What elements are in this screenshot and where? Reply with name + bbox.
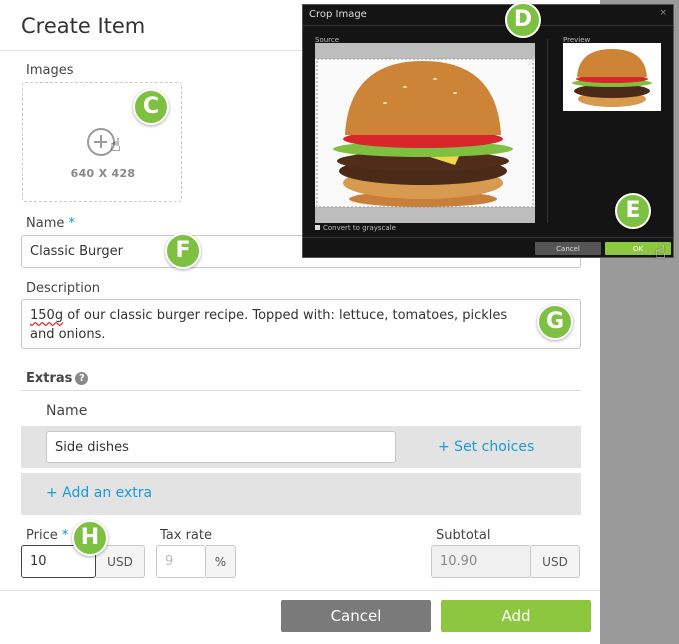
crop-title-divider: [303, 25, 673, 26]
price-label: Price *: [26, 528, 69, 543]
annotation-badge-c: C: [133, 89, 169, 125]
subtotal-label: Subtotal: [436, 528, 491, 543]
upload-dimensions: 640 X 428: [70, 167, 136, 180]
source-image[interactable]: ⤢: [315, 43, 537, 223]
description-text: of our classic burger recipe. Topped wit…: [30, 308, 508, 342]
subtotal-field: 10.90: [431, 545, 531, 578]
crop-cancel-button[interactable]: Cancel: [535, 242, 601, 255]
annotation-badge-d: D: [505, 2, 541, 38]
burger-preview: [572, 49, 652, 107]
add-extra-link[interactable]: + Add an extra: [46, 485, 152, 501]
name-label: Name *: [26, 216, 75, 231]
crop-dialog-title: Crop Image: [309, 9, 367, 20]
crop-footer-divider: [303, 237, 673, 238]
hand-cursor-icon: ☝: [655, 242, 666, 263]
extras-name-header: Name: [46, 403, 88, 419]
extras-heading: Extras?: [26, 371, 89, 386]
preview-image: [563, 43, 661, 111]
footer-divider: [0, 590, 600, 591]
description-label: Description: [26, 281, 101, 296]
tax-rate-input[interactable]: 9: [156, 545, 206, 578]
cancel-button[interactable]: Cancel: [281, 600, 431, 632]
set-choices-link[interactable]: + Set choices: [438, 439, 534, 455]
description-textarea[interactable]: 150g of our classic burger recipe. Toppe…: [21, 299, 581, 349]
burger-image: ⤢: [315, 43, 537, 223]
annotation-badge-e: E: [615, 193, 651, 229]
annotation-badge-g: G: [537, 304, 573, 340]
annotation-badge-f: F: [165, 233, 201, 269]
extras-divider: [21, 390, 581, 391]
grayscale-checkbox[interactable]: [315, 225, 320, 230]
tax-rate-label: Tax rate: [160, 528, 212, 543]
hand-cursor-icon: ☝: [110, 135, 121, 156]
grayscale-label: Convert to grayscale: [323, 224, 396, 232]
images-label: Images: [26, 63, 74, 78]
add-button[interactable]: Add: [441, 600, 591, 632]
tax-unit: %: [206, 545, 236, 578]
annotation-badge-h: H: [72, 520, 108, 556]
crop-vertical-divider: [547, 39, 548, 223]
crop-close-icon[interactable]: ×: [659, 8, 667, 18]
extra-name-input[interactable]: Side dishes: [46, 431, 396, 463]
modal-title: Create Item: [21, 14, 146, 38]
spellcheck-word: 150g: [30, 308, 64, 323]
help-icon[interactable]: ?: [75, 372, 89, 385]
svg-text:⤢: ⤢: [526, 54, 535, 68]
subtotal-currency: USD: [531, 545, 580, 578]
